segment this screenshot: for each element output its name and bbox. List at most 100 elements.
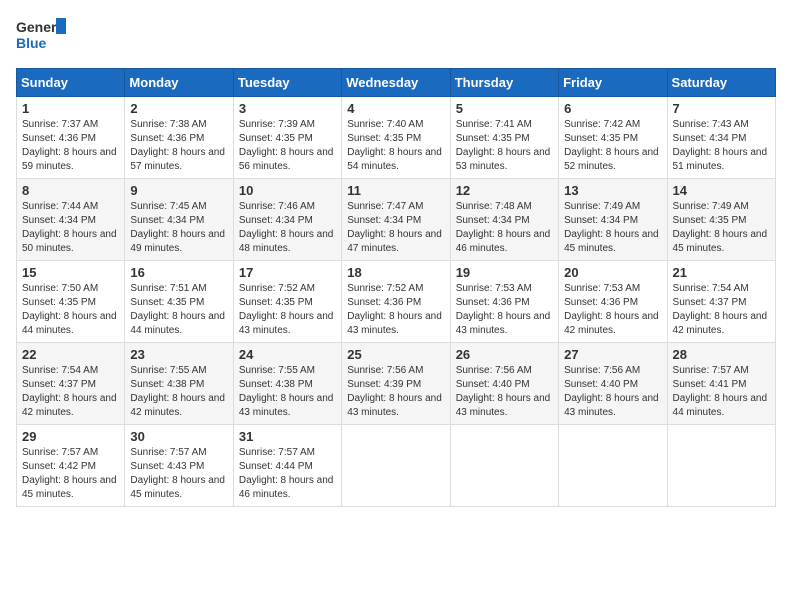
day-number: 10: [239, 183, 336, 198]
logo: General Blue: [16, 16, 66, 58]
day-number: 3: [239, 101, 336, 116]
day-info: Sunrise: 7:52 AMSunset: 4:36 PMDaylight:…: [347, 282, 444, 338]
calendar-cell: 7Sunrise: 7:43 AMSunset: 4:34 PMDaylight…: [667, 97, 775, 179]
calendar-cell: 9 Sunrise: 7:45 AMSunset: 4:34 PMDaylight…: [125, 179, 233, 261]
day-header-sunday: Sunday: [17, 69, 125, 97]
calendar-week-row: 15 Sunrise: 7:50 AMSunset: 4:35 PMDayligh…: [17, 261, 776, 343]
day-number: 18: [347, 265, 444, 280]
calendar-cell: 25 Sunrise: 7:56 AMSunset: 4:39 PMDayligh…: [342, 343, 450, 425]
day-info: Sunrise: 7:50 AMSunset: 4:35 PMDaylight:…: [22, 282, 119, 338]
day-number: 31: [239, 429, 336, 444]
day-info: Sunrise: 7:42 AMSunset: 4:35 PMDaylight:…: [564, 118, 661, 174]
calendar-week-row: 1 Sunrise: 7:37 AMSunset: 4:36 PMDaylight…: [17, 97, 776, 179]
day-number: 19: [456, 265, 553, 280]
day-number: 24: [239, 347, 336, 362]
calendar-cell: 20 Sunrise: 7:53 AMSunset: 4:36 PMDayligh…: [559, 261, 667, 343]
calendar-cell: 18 Sunrise: 7:52 AMSunset: 4:36 PMDayligh…: [342, 261, 450, 343]
day-header-saturday: Saturday: [667, 69, 775, 97]
day-info: Sunrise: 7:55 AMSunset: 4:38 PMDaylight:…: [239, 364, 336, 420]
day-info: Sunrise: 7:49 AMSunset: 4:35 PMDaylight:…: [673, 200, 770, 256]
calendar-cell: 30 Sunrise: 7:57 AMSunset: 4:43 PMDayligh…: [125, 425, 233, 507]
day-info: Sunrise: 7:57 AMSunset: 4:41 PMDaylight:…: [673, 364, 770, 420]
day-info: Sunrise: 7:47 AMSunset: 4:34 PMDaylight:…: [347, 200, 444, 256]
day-info: Sunrise: 7:49 AMSunset: 4:34 PMDaylight:…: [564, 200, 661, 256]
logo-svg: General Blue: [16, 16, 66, 58]
day-info: Sunrise: 7:56 AMSunset: 4:39 PMDaylight:…: [347, 364, 444, 420]
day-info: Sunrise: 7:39 AMSunset: 4:35 PMDaylight:…: [239, 118, 336, 174]
calendar-week-row: 8Sunrise: 7:44 AMSunset: 4:34 PMDaylight…: [17, 179, 776, 261]
day-number: 28: [673, 347, 770, 362]
day-info: Sunrise: 7:48 AMSunset: 4:34 PMDaylight:…: [456, 200, 553, 256]
day-info: Sunrise: 7:40 AMSunset: 4:35 PMDaylight:…: [347, 118, 444, 174]
calendar-cell: 22 Sunrise: 7:54 AMSunset: 4:37 PMDayligh…: [17, 343, 125, 425]
day-number: 23: [130, 347, 227, 362]
calendar-cell: [667, 425, 775, 507]
day-number: 14: [673, 183, 770, 198]
day-info: Sunrise: 7:45 AMSunset: 4:34 PMDaylight:…: [130, 200, 227, 256]
calendar-cell: 24 Sunrise: 7:55 AMSunset: 4:38 PMDayligh…: [233, 343, 341, 425]
day-number: 20: [564, 265, 661, 280]
day-header-wednesday: Wednesday: [342, 69, 450, 97]
calendar-cell: 12 Sunrise: 7:48 AMSunset: 4:34 PMDayligh…: [450, 179, 558, 261]
day-number: 9: [130, 183, 227, 198]
calendar-cell: 8Sunrise: 7:44 AMSunset: 4:34 PMDaylight…: [17, 179, 125, 261]
calendar-cell: 26 Sunrise: 7:56 AMSunset: 4:40 PMDayligh…: [450, 343, 558, 425]
day-number: 26: [456, 347, 553, 362]
day-number: 17: [239, 265, 336, 280]
day-info: Sunrise: 7:56 AMSunset: 4:40 PMDaylight:…: [564, 364, 661, 420]
day-number: 30: [130, 429, 227, 444]
day-info: Sunrise: 7:57 AMSunset: 4:43 PMDaylight:…: [130, 446, 227, 502]
calendar-cell: 13 Sunrise: 7:49 AMSunset: 4:34 PMDayligh…: [559, 179, 667, 261]
calendar-cell: 1 Sunrise: 7:37 AMSunset: 4:36 PMDaylight…: [17, 97, 125, 179]
day-number: 12: [456, 183, 553, 198]
day-number: 1: [22, 101, 119, 116]
day-header-thursday: Thursday: [450, 69, 558, 97]
day-info: Sunrise: 7:37 AMSunset: 4:36 PMDaylight:…: [22, 118, 119, 174]
day-header-friday: Friday: [559, 69, 667, 97]
calendar-cell: 5 Sunrise: 7:41 AMSunset: 4:35 PMDaylight…: [450, 97, 558, 179]
day-info: Sunrise: 7:55 AMSunset: 4:38 PMDaylight:…: [130, 364, 227, 420]
day-info: Sunrise: 7:57 AMSunset: 4:42 PMDaylight:…: [22, 446, 119, 502]
day-number: 2: [130, 101, 227, 116]
day-number: 29: [22, 429, 119, 444]
calendar-table: SundayMondayTuesdayWednesdayThursdayFrid…: [16, 68, 776, 507]
calendar-cell: 19 Sunrise: 7:53 AMSunset: 4:36 PMDayligh…: [450, 261, 558, 343]
day-info: Sunrise: 7:46 AMSunset: 4:34 PMDaylight:…: [239, 200, 336, 256]
day-number: 27: [564, 347, 661, 362]
day-header-tuesday: Tuesday: [233, 69, 341, 97]
day-info: Sunrise: 7:54 AMSunset: 4:37 PMDaylight:…: [22, 364, 119, 420]
calendar-week-row: 22 Sunrise: 7:54 AMSunset: 4:37 PMDayligh…: [17, 343, 776, 425]
calendar-cell: 2Sunrise: 7:38 AMSunset: 4:36 PMDaylight…: [125, 97, 233, 179]
calendar-cell: 10 Sunrise: 7:46 AMSunset: 4:34 PMDayligh…: [233, 179, 341, 261]
day-number: 25: [347, 347, 444, 362]
day-number: 15: [22, 265, 119, 280]
calendar-cell: 14 Sunrise: 7:49 AMSunset: 4:35 PMDayligh…: [667, 179, 775, 261]
calendar-cell: 27 Sunrise: 7:56 AMSunset: 4:40 PMDayligh…: [559, 343, 667, 425]
day-info: Sunrise: 7:53 AMSunset: 4:36 PMDaylight:…: [564, 282, 661, 338]
calendar-cell: 15 Sunrise: 7:50 AMSunset: 4:35 PMDayligh…: [17, 261, 125, 343]
day-info: Sunrise: 7:56 AMSunset: 4:40 PMDaylight:…: [456, 364, 553, 420]
svg-text:Blue: Blue: [16, 35, 47, 51]
day-number: 13: [564, 183, 661, 198]
calendar-cell: 11 Sunrise: 7:47 AMSunset: 4:34 PMDayligh…: [342, 179, 450, 261]
calendar-cell: 17Sunrise: 7:52 AMSunset: 4:35 PMDayligh…: [233, 261, 341, 343]
day-info: Sunrise: 7:43 AMSunset: 4:34 PMDaylight:…: [673, 118, 770, 174]
calendar-cell: [559, 425, 667, 507]
calendar-cell: 4 Sunrise: 7:40 AMSunset: 4:35 PMDaylight…: [342, 97, 450, 179]
calendar-cell: 31Sunrise: 7:57 AMSunset: 4:44 PMDayligh…: [233, 425, 341, 507]
day-number: 22: [22, 347, 119, 362]
day-info: Sunrise: 7:41 AMSunset: 4:35 PMDaylight:…: [456, 118, 553, 174]
day-number: 4: [347, 101, 444, 116]
day-info: Sunrise: 7:53 AMSunset: 4:36 PMDaylight:…: [456, 282, 553, 338]
day-number: 5: [456, 101, 553, 116]
day-number: 21: [673, 265, 770, 280]
day-number: 11: [347, 183, 444, 198]
day-info: Sunrise: 7:51 AMSunset: 4:35 PMDaylight:…: [130, 282, 227, 338]
calendar-cell: [342, 425, 450, 507]
calendar-cell: 3 Sunrise: 7:39 AMSunset: 4:35 PMDaylight…: [233, 97, 341, 179]
calendar-cell: 28 Sunrise: 7:57 AMSunset: 4:41 PMDayligh…: [667, 343, 775, 425]
calendar-cell: 6Sunrise: 7:42 AMSunset: 4:35 PMDaylight…: [559, 97, 667, 179]
calendar-cell: [450, 425, 558, 507]
calendar-cell: 16Sunrise: 7:51 AMSunset: 4:35 PMDayligh…: [125, 261, 233, 343]
calendar-cell: 23 Sunrise: 7:55 AMSunset: 4:38 PMDayligh…: [125, 343, 233, 425]
